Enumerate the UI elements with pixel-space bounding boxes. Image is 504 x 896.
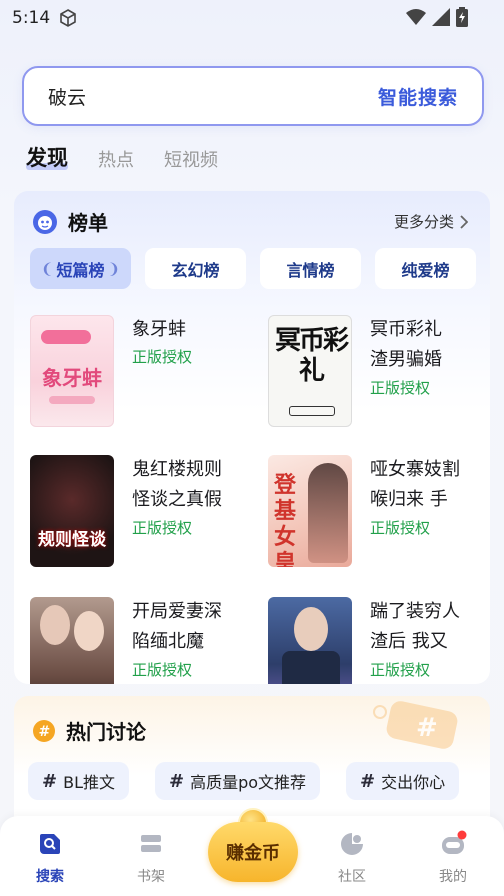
nav-mine-label: 我的	[439, 869, 467, 885]
license-badge: 正版授权	[132, 661, 193, 679]
book-item[interactable]: 开局爱妻深 陷缅北魔 正版授权	[30, 597, 260, 684]
nav-search[interactable]: 搜索	[15, 830, 85, 886]
ranking-title: 榜单	[68, 211, 108, 235]
bookshelf-icon	[141, 835, 161, 852]
search-input[interactable]: 破云 智能搜索	[22, 66, 484, 126]
book-item[interactable]: 登基女皇 哑女寨妓割 喉归来 手 正版授权	[268, 455, 490, 571]
battery-icon	[456, 7, 468, 27]
chevron-right-icon	[460, 214, 468, 229]
license-badge: 正版授权	[132, 348, 193, 366]
tab-short-story-rank[interactable]: ❨ 短篇榜 ❩	[30, 248, 131, 289]
tab-fantasy-rank[interactable]: 玄幻榜	[145, 248, 246, 289]
topic-chip[interactable]: # 高质量po文推荐	[155, 762, 321, 800]
cube-icon	[60, 9, 76, 27]
hashtag-icon: #	[360, 770, 376, 792]
topic-label: 交出你心	[381, 773, 446, 792]
hashtag-badge-icon: #	[33, 719, 55, 742]
book-title: 冥币彩礼 渣男骗婚	[370, 319, 442, 370]
license-badge: 正版授权	[132, 519, 193, 537]
laurel-right-icon: ❩	[107, 259, 121, 278]
tab-romance-rank[interactable]: 言情榜	[260, 248, 361, 289]
cover-title: 登基女皇	[274, 473, 297, 567]
book-item[interactable]: 象牙蚌 象牙蚌 正版授权	[30, 315, 260, 431]
topic-label: 高质量po文推荐	[190, 773, 307, 792]
book-cover: 规则怪谈	[30, 455, 114, 567]
nav-community-label: 社区	[338, 869, 366, 885]
laurel-left-icon: ❨	[40, 259, 54, 278]
license-badge: 正版授权	[370, 519, 431, 537]
nav-search-label: 搜索	[36, 869, 64, 885]
book-item[interactable]: 冥币彩礼 冥币彩礼 渣男骗婚 正版授权	[268, 315, 490, 431]
book-item[interactable]: 规则怪谈 鬼红楼规则 怪谈之真假 正版授权	[30, 455, 260, 571]
more-categories-link[interactable]: 更多分类	[394, 211, 468, 232]
book-title: 象牙蚌	[132, 319, 186, 340]
cellular-icon	[432, 8, 450, 26]
topic-chip[interactable]: # 交出你心	[346, 762, 460, 800]
tab-bl-rank[interactable]: 纯爱榜	[375, 248, 476, 289]
status-time: 5:14	[12, 8, 51, 28]
book-title: 踹了装穷人 渣后 我又	[370, 601, 460, 652]
hashtag-icon: #	[169, 770, 185, 792]
book-cover: 象牙蚌	[30, 315, 114, 427]
cover-title: 冥币彩礼	[274, 326, 349, 386]
tab-discover[interactable]: 发现	[26, 142, 68, 180]
svg-text:#: #	[39, 724, 51, 740]
more-categories-label: 更多分类	[393, 213, 454, 231]
ranking-tabs: ❨ 短篇榜 ❩ 玄幻榜 言情榜 纯爱榜	[30, 248, 476, 289]
nav-community[interactable]: 社区	[317, 830, 387, 886]
license-badge: 正版授权	[370, 379, 431, 397]
cover-title: 规则怪谈	[38, 530, 106, 550]
topic-chip[interactable]: # BL推文	[28, 762, 129, 800]
tag-decoration-icon: #	[373, 701, 458, 749]
nav-mine[interactable]: 我的	[418, 830, 488, 886]
community-icon	[341, 833, 363, 855]
hot-discussion-title: 热门讨论	[66, 720, 146, 744]
book-cover	[268, 597, 352, 684]
book-title: 开局爱妻深 陷缅北魔	[132, 601, 222, 652]
tab-hot[interactable]: 热点	[98, 146, 134, 180]
nav-shelf-label: 书架	[137, 869, 165, 885]
book-cover: 冥币彩礼	[268, 315, 352, 427]
ranking-card: 榜单 更多分类 ❨ 短篇榜 ❩ 玄幻榜 言情榜 纯爱榜 象牙蚌 象牙蚌 正版授权…	[14, 191, 490, 684]
book-item[interactable]: 踹了装穷人 渣后 我又 正版授权	[268, 597, 490, 684]
top-tabs: 发现 热点 短视频	[26, 140, 218, 180]
book-cover: 登基女皇	[268, 455, 352, 567]
svg-text:#: #	[416, 713, 438, 743]
topic-chips: # BL推文 # 高质量po文推荐 # 交出你心	[28, 762, 460, 800]
hashtag-icon: #	[42, 770, 58, 792]
nav-shelf[interactable]: 书架	[116, 830, 186, 886]
book-title: 鬼红楼规则 怪谈之真假	[132, 459, 222, 510]
wifi-icon	[406, 9, 426, 25]
book-cover	[30, 597, 114, 684]
hot-discussion-header: # 热门讨论	[32, 716, 146, 745]
book-title: 哑女寨妓割 喉归来 手	[370, 459, 460, 510]
tab-short-video[interactable]: 短视频	[164, 146, 218, 180]
status-icons	[406, 7, 468, 27]
ranking-mascot-icon	[33, 209, 57, 234]
ranking-header: 榜单	[32, 207, 108, 236]
cover-title: 象牙蚌	[42, 366, 102, 390]
status-bar: 5:14	[0, 0, 504, 36]
profile-robot-icon	[442, 830, 467, 854]
tab-short-story-rank-label: 短篇榜	[56, 260, 105, 280]
smart-search-button[interactable]: 智能搜索	[378, 83, 458, 110]
search-nav-icon	[40, 834, 60, 854]
search-query-text[interactable]: 破云	[48, 83, 378, 110]
earn-coins-button[interactable]: 赚金币	[208, 822, 298, 882]
topic-label: BL推文	[63, 773, 115, 792]
license-badge: 正版授权	[370, 661, 431, 679]
